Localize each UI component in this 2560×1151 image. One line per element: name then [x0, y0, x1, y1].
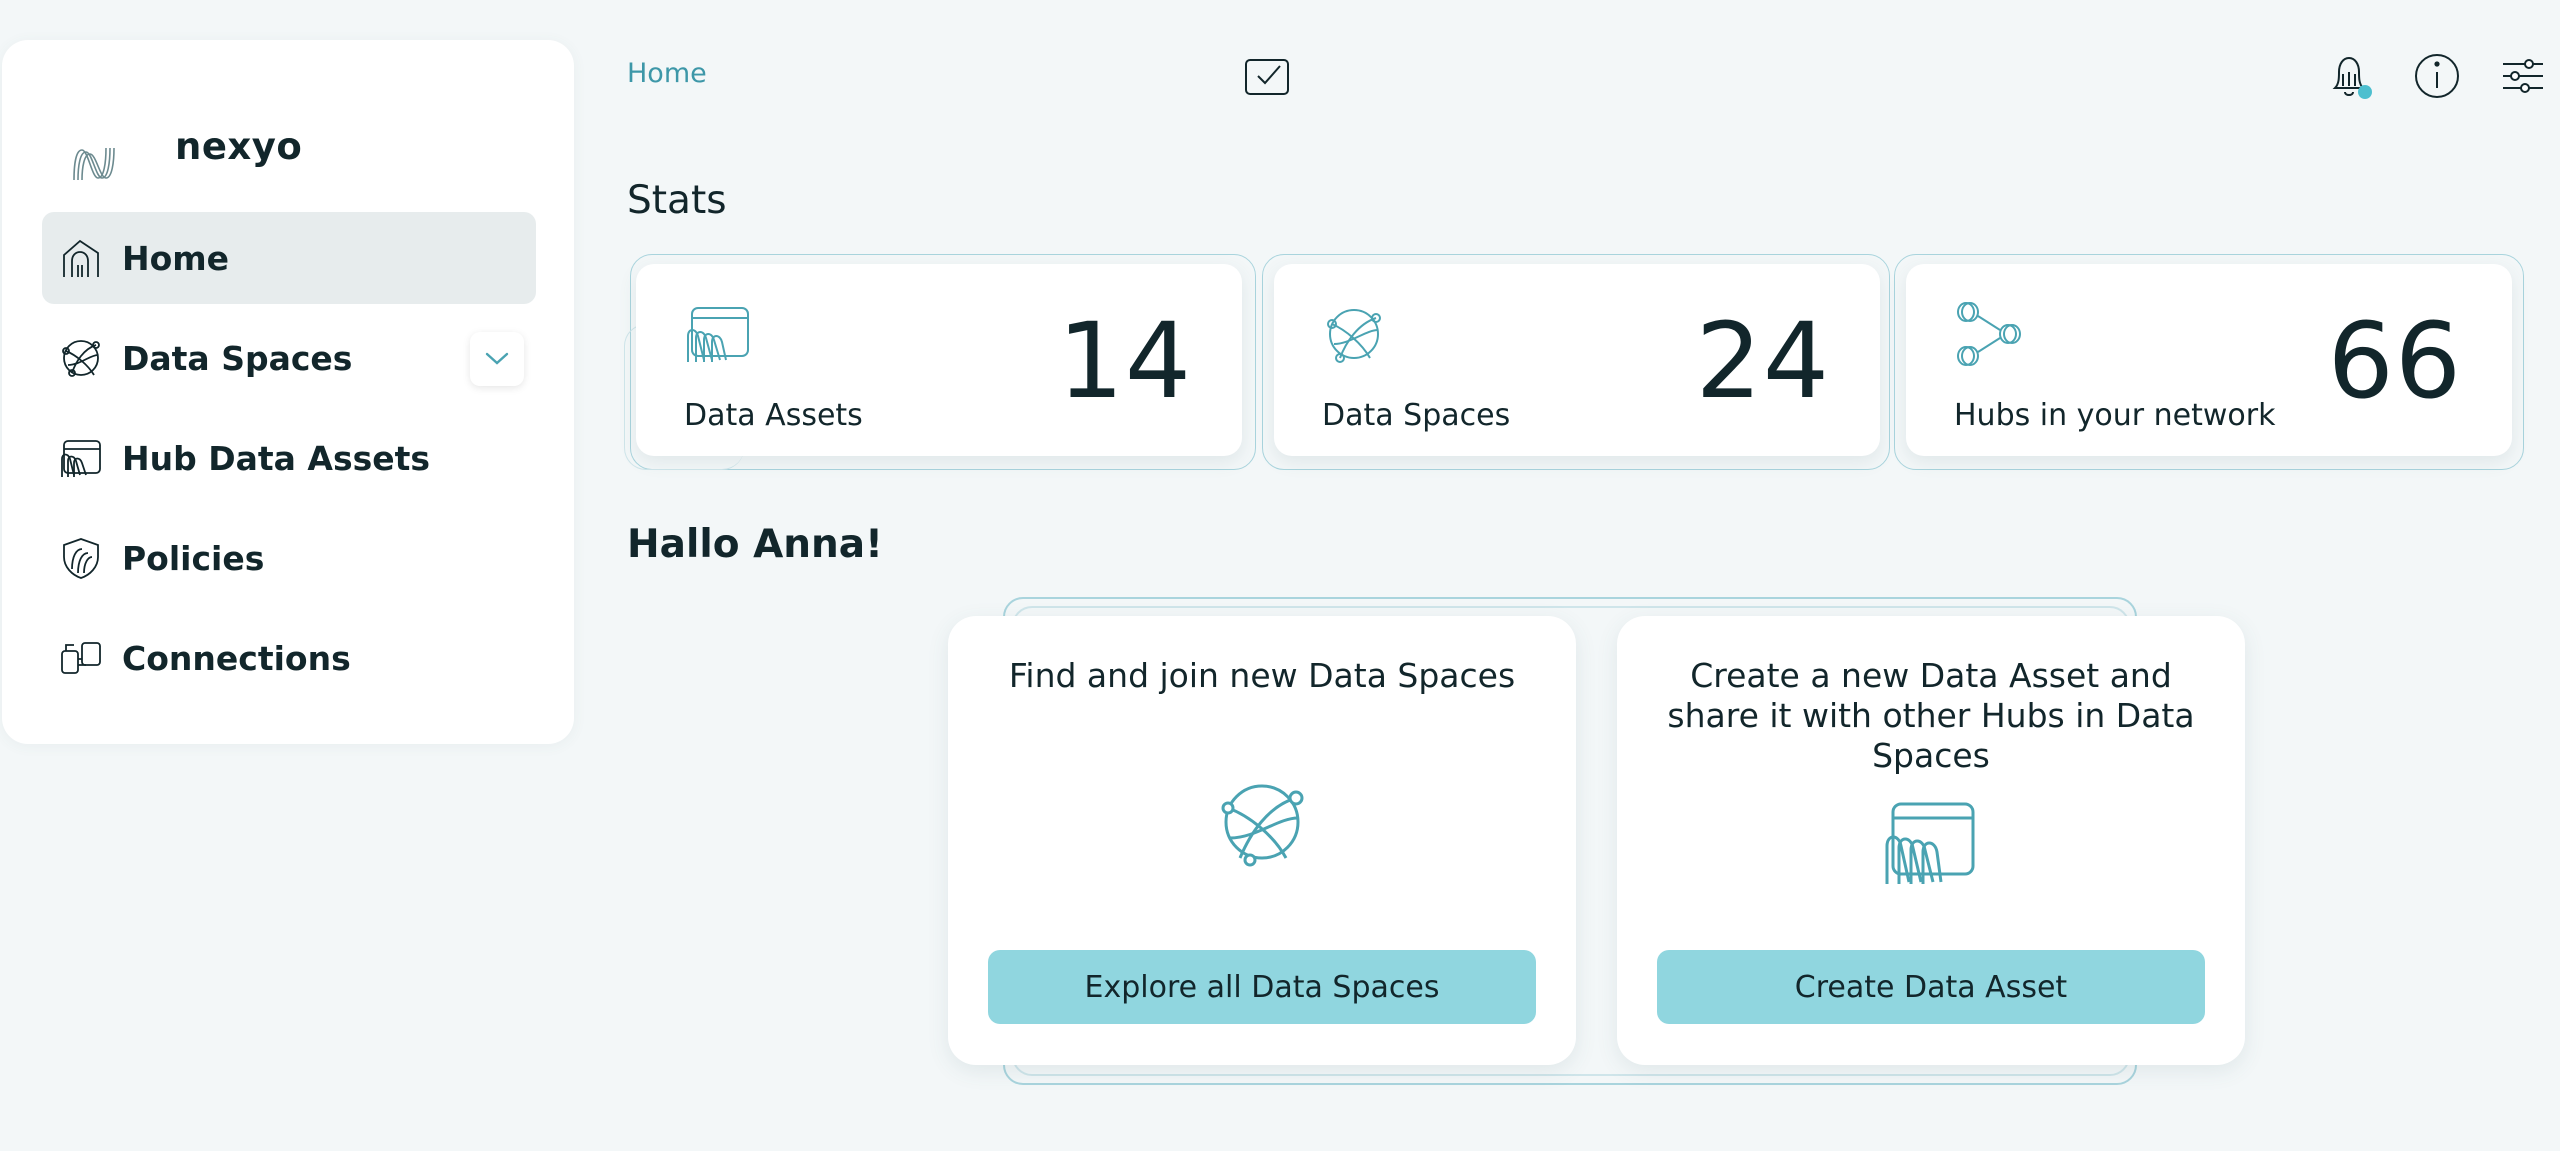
- action-description: Find and join new Data Spaces: [1008, 656, 1516, 695]
- stat-label: Data Assets: [684, 398, 863, 433]
- stat-card-data-spaces[interactable]: Data Spaces 24: [1262, 252, 1894, 472]
- nexyo-logo-icon: [73, 147, 115, 181]
- stat-value: 24: [1695, 300, 1830, 422]
- stat-card-data-assets[interactable]: Data Assets 14: [624, 252, 1256, 472]
- sidebar-item-label: Policies: [122, 538, 265, 578]
- sidebar-item-data-spaces[interactable]: Data Spaces: [42, 312, 536, 404]
- settings-sliders-icon[interactable]: [2497, 50, 2549, 102]
- app-root: nexyo Home Data Spaces Hub Data Assets P…: [0, 0, 2560, 1151]
- sidebar-item-label: Hub Data Assets: [122, 438, 431, 478]
- sidebar-item-home[interactable]: Home: [42, 212, 536, 304]
- expand-data-spaces-button[interactable]: [470, 332, 524, 386]
- tasks-check-icon[interactable]: [1242, 50, 1294, 102]
- info-icon[interactable]: [2411, 50, 2463, 102]
- sidebar-item-label: Home: [122, 238, 230, 278]
- globe-network-icon: [1322, 302, 1392, 366]
- action-card-create-asset: Create a new Data Asset and share it wit…: [1617, 616, 2245, 1065]
- explore-data-spaces-button[interactable]: Explore all Data Spaces: [988, 950, 1536, 1024]
- action-card-explore: Find and join new Data Spaces Explore al…: [948, 616, 1576, 1065]
- sidebar-item-label: Connections: [122, 638, 351, 678]
- notification-dot: [2358, 85, 2372, 99]
- sidebar-item-hub-data-assets[interactable]: Hub Data Assets: [42, 412, 536, 504]
- data-asset-icon: [1883, 800, 1979, 890]
- sidebar-item-connections[interactable]: Connections: [42, 612, 536, 704]
- home-icon: [58, 235, 104, 281]
- action-description: Create a new Data Asset and share it wit…: [1667, 656, 2195, 775]
- globe-network-icon: [58, 335, 104, 381]
- stat-value: 66: [2327, 300, 2462, 422]
- bell-icon[interactable]: [2325, 50, 2377, 102]
- stats-title: Stats: [627, 178, 727, 223]
- greeting-title: Hallo Anna!: [627, 522, 883, 567]
- breadcrumb-home[interactable]: Home: [627, 58, 707, 89]
- connections-icon: [58, 635, 104, 681]
- sidebar-item-label: Data Spaces: [122, 338, 353, 378]
- stat-card-hubs[interactable]: Hubs in your network 66: [1894, 252, 2526, 472]
- create-data-asset-button[interactable]: Create Data Asset: [1657, 950, 2205, 1024]
- sidebar: nexyo Home Data Spaces Hub Data Assets P…: [2, 40, 574, 744]
- data-asset-icon: [58, 435, 104, 481]
- chevron-down-icon: [485, 352, 509, 365]
- stat-label: Data Spaces: [1322, 398, 1511, 433]
- stat-value: 14: [1057, 300, 1192, 422]
- brand[interactable]: nexyo: [70, 125, 302, 184]
- brand-name: nexyo: [175, 125, 303, 168]
- stat-label: Hubs in your network: [1954, 398, 2276, 433]
- globe-network-icon: [1216, 776, 1308, 872]
- data-asset-icon: [684, 302, 754, 366]
- shield-icon: [58, 535, 104, 581]
- sidebar-item-policies[interactable]: Policies: [42, 512, 536, 604]
- hubs-network-icon: [1954, 302, 2024, 366]
